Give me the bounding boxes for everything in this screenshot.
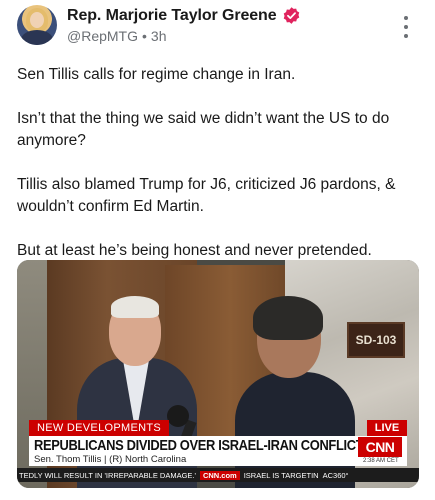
- chyron-top-bar: NEW DEVELOPMENTS LIVE: [17, 420, 419, 436]
- cnn-logo: CNN: [358, 437, 402, 457]
- chyron-headline: REPUBLICANS DIVIDED OVER ISRAEL-IRAN CON…: [34, 437, 364, 454]
- chyron-time: 2:38 AM CET: [363, 458, 399, 464]
- ticker-cnn-badge: CNN.com: [199, 470, 240, 480]
- chyron-main: REPUBLICANS DIVIDED OVER ISRAEL-IRAN CON…: [29, 436, 407, 466]
- author-row: Rep. Marjorie Taylor Greene: [67, 6, 301, 25]
- post-paragraph: Isn’t that the thing we said we didn’t w…: [17, 110, 390, 149]
- meta-separator: •: [142, 28, 147, 44]
- video-thumbnail[interactable]: SD-103 NEW DEVELOPMENTS LIVE REPUBLICANS…: [17, 260, 419, 488]
- news-ticker: TEDLY WILL RESULT IN 'IRREPARABLE DAMAGE…: [17, 468, 419, 482]
- display-name[interactable]: Rep. Marjorie Taylor Greene: [67, 7, 277, 25]
- ticker-text: ISRAEL IS TARGETIN: [243, 470, 319, 480]
- verified-badge-icon: [283, 7, 299, 24]
- ticker-end: AC360°: [322, 470, 349, 480]
- handle[interactable]: @RepMTG: [67, 28, 138, 44]
- post-paragraph: Sen Tillis calls for regime change in Ir…: [17, 66, 296, 83]
- post-text: Sen Tillis calls for regime change in Ir…: [17, 64, 417, 284]
- office-sign: SD-103: [347, 322, 405, 358]
- chyron-subline: Sen. Thom Tillis | (R) North Carolina: [34, 454, 187, 465]
- post-paragraph: But at least he’s being honest and never…: [17, 242, 372, 259]
- more-options-icon[interactable]: [403, 16, 409, 38]
- post-meta: @RepMTG • 3h: [67, 28, 166, 44]
- ticker-text: TEDLY WILL RESULT IN 'IRREPARABLE DAMAGE…: [19, 470, 196, 480]
- chyron-tag: NEW DEVELOPMENTS: [29, 420, 169, 436]
- avatar[interactable]: [17, 5, 57, 45]
- post-card: Rep. Marjorie Taylor Greene @RepMTG • 3h…: [0, 0, 435, 500]
- post-paragraph: Tillis also blamed Trump for J6, critici…: [17, 176, 396, 215]
- timestamp[interactable]: 3h: [151, 28, 167, 44]
- live-badge: LIVE: [367, 420, 407, 436]
